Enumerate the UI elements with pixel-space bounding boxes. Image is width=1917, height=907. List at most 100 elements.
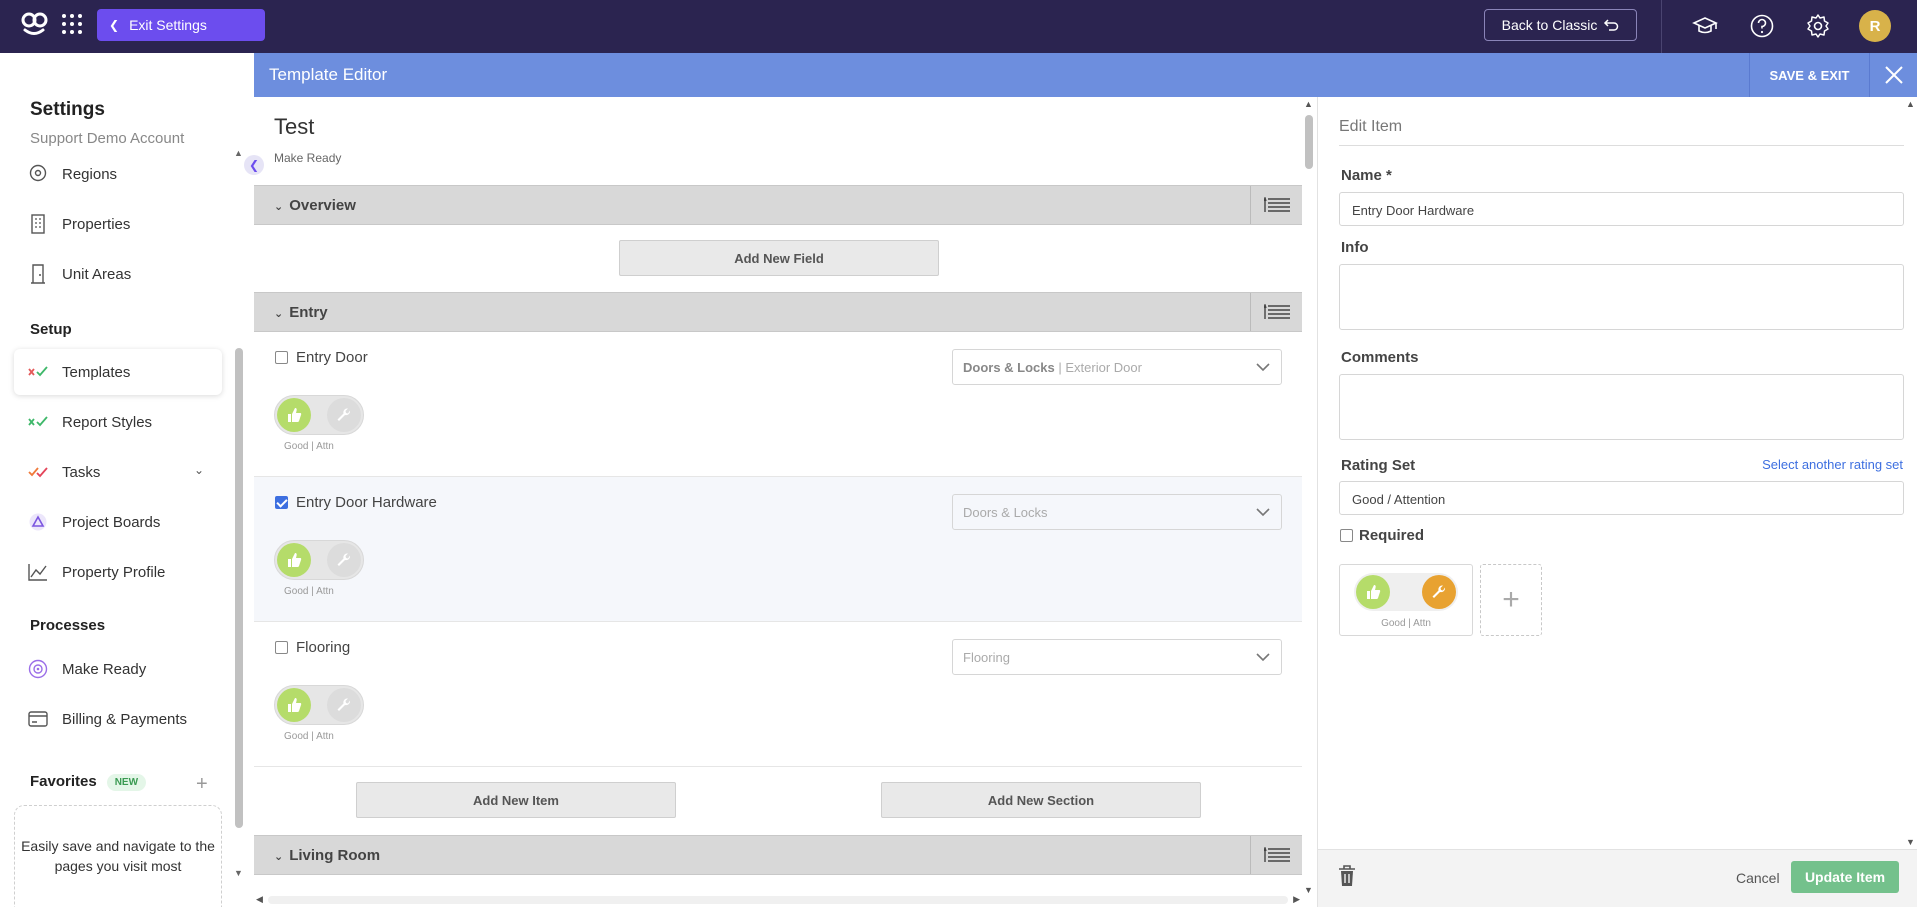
rating-set-card[interactable]: Good | Attn <box>1339 564 1473 636</box>
chevron-down-icon[interactable]: ⌄ <box>194 463 204 477</box>
scroll-down-icon[interactable]: ▼ <box>1906 837 1915 847</box>
chevron-down-icon[interactable]: ⌄ <box>274 851 283 863</box>
graduation-cap-icon[interactable] <box>1692 13 1718 39</box>
rating-toggle[interactable] <box>274 540 364 580</box>
checkbox[interactable] <box>1340 529 1353 542</box>
back-to-classic-label: Back to Classic <box>1501 17 1598 33</box>
sidebar-item-label: Make Ready <box>62 660 147 678</box>
add-favorite-icon[interactable]: + <box>196 773 208 796</box>
scroll-down-icon[interactable]: ▼ <box>234 868 243 878</box>
scroll-up-icon[interactable]: ▲ <box>234 148 243 158</box>
apps-grid-icon[interactable] <box>62 14 82 34</box>
avatar[interactable]: R <box>1859 10 1891 42</box>
template-item-entry-door[interactable]: Entry Door Doors & Locks | Exterior Door… <box>254 332 1302 477</box>
save-exit-button[interactable]: SAVE & EXIT <box>1749 53 1869 97</box>
reorder-icon[interactable] <box>1250 293 1302 331</box>
reorder-icon[interactable] <box>1250 186 1302 224</box>
logo-icon[interactable] <box>20 10 48 38</box>
scroll-up-icon[interactable]: ▲ <box>1906 99 1915 109</box>
required-label: Required <box>1359 527 1425 544</box>
template-item-flooring[interactable]: Flooring Flooring Good | Attn <box>254 622 1302 767</box>
update-item-button[interactable]: Update Item <box>1791 861 1899 893</box>
add-new-section-button[interactable]: Add New Section <box>881 782 1201 818</box>
template-item-entry-door-hardware[interactable]: Entry Door Hardware Doors & Locks Good |… <box>254 477 1302 622</box>
item-name-input[interactable]: Entry Door Hardware <box>1339 192 1904 226</box>
scroll-up-icon[interactable]: ▲ <box>1304 99 1313 109</box>
exit-settings-button[interactable]: ❮ Exit Settings <box>97 9 265 41</box>
sidebar-item-billing-payments[interactable]: Billing & Payments <box>14 696 222 742</box>
rating-toggle[interactable] <box>274 395 364 435</box>
rating-caption: Good | Attn <box>1381 618 1431 629</box>
new-badge: NEW <box>106 773 147 791</box>
item-checkbox[interactable] <box>275 496 288 509</box>
account-name: Support Demo Account <box>30 130 185 147</box>
sidebar-scrollbar[interactable]: ▲ ▼ <box>234 148 244 878</box>
cancel-button[interactable]: Cancel <box>1736 870 1780 886</box>
required-checkbox[interactable]: Required <box>1340 527 1424 544</box>
sidebar-item-property-profile[interactable]: Property Profile <box>14 549 222 595</box>
info-textarea[interactable] <box>1339 264 1904 330</box>
reorder-icon[interactable] <box>1250 836 1302 874</box>
triangle-icon <box>28 512 48 532</box>
add-new-field-button[interactable]: Add New Field <box>619 240 939 276</box>
item-checkbox[interactable] <box>275 351 288 364</box>
credit-card-icon <box>28 709 48 729</box>
sidebar-item-project-boards[interactable]: Project Boards <box>14 499 222 545</box>
thumbs-up-icon <box>1356 575 1390 609</box>
rating-toggle[interactable] <box>274 685 364 725</box>
building-icon <box>28 214 48 234</box>
sidebar-item-regions[interactable]: Regions <box>14 151 222 197</box>
select-rating-set-link[interactable]: Select another rating set <box>1762 457 1903 472</box>
collapse-sidebar-button[interactable]: ❮ <box>244 155 264 175</box>
close-icon <box>1884 66 1903 84</box>
help-icon[interactable] <box>1749 13 1775 39</box>
sidebar-item-label: Tasks <box>62 463 101 481</box>
chevron-down-icon <box>1256 363 1270 372</box>
section-entry[interactable]: ⌄ Entry <box>254 292 1302 332</box>
category-select[interactable]: Doors & Locks | Exterior Door <box>952 349 1282 385</box>
rating-caption: Good | Attn <box>284 441 334 452</box>
scroll-down-icon[interactable]: ▼ <box>1304 885 1313 895</box>
scrollbar-thumb[interactable] <box>235 348 243 828</box>
scrollbar-thumb[interactable] <box>1305 115 1313 169</box>
divider <box>1339 145 1904 146</box>
sidebar-item-make-ready[interactable]: Make Ready <box>14 646 222 692</box>
gear-icon[interactable] <box>1805 13 1831 39</box>
section-overview[interactable]: ⌄ Overview <box>254 185 1302 225</box>
favorites-empty-text: Easily save and navigate to the pages yo… <box>21 838 215 874</box>
scrollbar-thumb[interactable] <box>268 896 1288 904</box>
trash-icon[interactable] <box>1338 865 1356 887</box>
rating-set-input[interactable]: Good / Attention <box>1339 481 1904 515</box>
wrench-icon <box>327 543 361 577</box>
sidebar-item-properties[interactable]: Properties <box>14 201 222 247</box>
rating-set-label: Rating Set <box>1341 457 1416 474</box>
close-editor-button[interactable] <box>1869 53 1917 97</box>
chevron-down-icon[interactable]: ⌄ <box>274 201 283 213</box>
sidebar-item-unit-areas[interactable]: Unit Areas <box>14 251 222 297</box>
edit-item-panel: Edit Item Name * Entry Door Hardware Inf… <box>1317 97 1917 907</box>
editor-vertical-scrollbar[interactable]: ▲ ▼ <box>1302 97 1316 897</box>
item-checkbox[interactable] <box>275 641 288 654</box>
back-to-classic-button[interactable]: Back to Classic <box>1484 9 1637 41</box>
sidebar-item-tasks[interactable]: Tasks ⌄ <box>14 449 222 495</box>
door-icon <box>28 264 48 284</box>
sidebar-item-report-styles[interactable]: Report Styles <box>14 399 222 445</box>
sidebar-item-templates[interactable]: Templates <box>14 349 222 395</box>
editor-horizontal-scrollbar[interactable]: ◀ ▶ <box>254 893 1302 907</box>
chevron-left-icon: ❮ <box>248 158 260 172</box>
panel-scrollbar[interactable]: ▲ ▼ <box>1904 97 1917 847</box>
scroll-right-icon[interactable]: ▶ <box>1293 894 1300 905</box>
section-title: ⌄ Overview <box>274 197 356 214</box>
exit-settings-label: Exit Settings <box>129 17 207 33</box>
add-rating-button[interactable]: + <box>1480 564 1542 636</box>
category-select[interactable]: Doors & Locks <box>952 494 1282 530</box>
add-new-item-button[interactable]: Add New Item <box>356 782 676 818</box>
scroll-left-icon[interactable]: ◀ <box>256 894 263 905</box>
section-living-room[interactable]: ⌄ Living Room <box>254 835 1302 875</box>
check-x-icon <box>28 362 48 382</box>
chevron-down-icon[interactable]: ⌄ <box>274 308 283 320</box>
rating-caption: Good | Attn <box>284 731 334 742</box>
comments-textarea[interactable] <box>1339 374 1904 440</box>
chevron-down-icon <box>1256 508 1270 517</box>
category-select[interactable]: Flooring <box>952 639 1282 675</box>
